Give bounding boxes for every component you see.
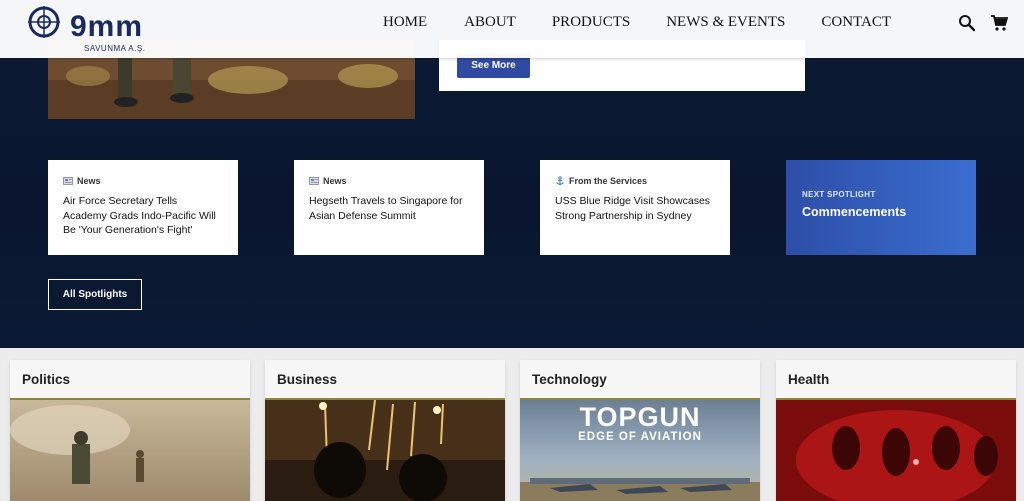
news-card-tag-label: News — [77, 176, 101, 186]
newspaper-icon — [63, 176, 73, 186]
category-card-politics[interactable]: Politics — [10, 360, 250, 501]
category-card-health[interactable]: Health — [776, 360, 1016, 501]
next-spotlight-card[interactable]: NEXT SPOTLIGHT Commencements — [786, 160, 976, 255]
cart-icon[interactable] — [990, 14, 1010, 34]
category-section: Politics Business Technology TOPGUN EDGE… — [0, 348, 1024, 501]
news-card-title[interactable]: Air Force Secretary Tells Academy Grads … — [63, 194, 223, 238]
logo-wordmark: 9mm — [70, 10, 144, 43]
category-card-business[interactable]: Business — [265, 360, 505, 501]
category-title[interactable]: Politics — [10, 360, 250, 400]
category-image-politics[interactable] — [10, 400, 250, 501]
nav-item-about[interactable]: ABOUT — [464, 14, 516, 31]
news-card-title[interactable]: Hegseth Travels to Singapore for Asian D… — [309, 194, 469, 223]
news-card-tag: From the Services — [555, 176, 715, 186]
news-card-3[interactable]: From the Services USS Blue Ridge Visit S… — [540, 160, 730, 255]
site-header: 9mm SAVUNMA A.Ş. HOME ABOUT PRODUCTS NEW… — [0, 0, 1024, 58]
nav-item-products[interactable]: PRODUCTS — [552, 14, 630, 31]
news-card-tag-label: From the Services — [569, 176, 648, 186]
category-image-technology[interactable]: TOPGUN EDGE OF AVIATION — [520, 400, 760, 501]
category-image-business[interactable] — [265, 400, 505, 501]
next-spotlight-kicker: NEXT SPOTLIGHT — [802, 190, 876, 199]
site-logo[interactable]: 9mm SAVUNMA A.Ş. — [26, 4, 146, 54]
next-spotlight-name[interactable]: Commencements — [802, 205, 960, 219]
header-icons — [958, 14, 1010, 34]
news-card-title[interactable]: USS Blue Ridge Visit Showcases Strong Pa… — [555, 194, 715, 223]
news-card-tag-label: News — [323, 176, 347, 186]
category-title[interactable]: Business — [265, 360, 505, 400]
nav-item-home[interactable]: HOME — [383, 14, 427, 31]
news-card-tag: News — [309, 176, 469, 186]
news-card-1[interactable]: News Air Force Secretary Tells Academy G… — [48, 160, 238, 255]
main-nav: HOME ABOUT PRODUCTS NEWS & EVENTS CONTAC… — [383, 14, 891, 31]
anchor-icon — [555, 176, 565, 186]
category-image-health[interactable] — [776, 400, 1016, 501]
news-card-2[interactable]: News Hegseth Travels to Singapore for As… — [294, 160, 484, 255]
news-card-tag: News — [63, 176, 223, 186]
category-title[interactable]: Health — [776, 360, 1016, 400]
category-card-technology[interactable]: Technology TOPGUN EDGE OF AVIATION — [520, 360, 760, 501]
nav-item-news-events[interactable]: NEWS & EVENTS — [666, 14, 785, 31]
logo-subtitle: SAVUNMA A.Ş. — [84, 44, 146, 53]
search-icon[interactable] — [958, 14, 978, 34]
nav-item-contact[interactable]: CONTACT — [821, 14, 891, 31]
newspaper-icon — [309, 176, 319, 186]
all-spotlights-button[interactable]: All Spotlights — [48, 279, 142, 310]
category-title[interactable]: Technology — [520, 360, 760, 400]
